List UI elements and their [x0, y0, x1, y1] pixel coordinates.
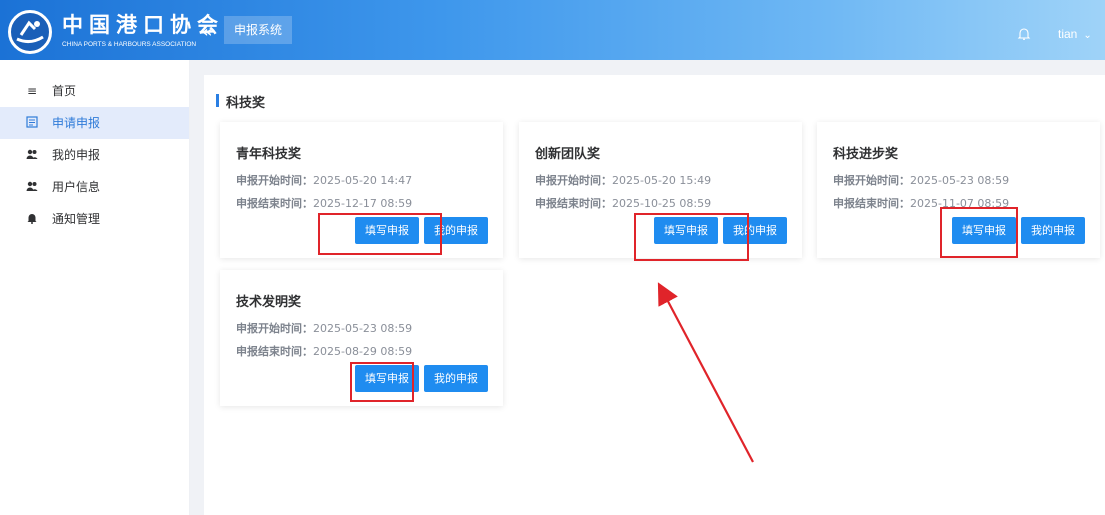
annotation-arrow-icon [657, 282, 754, 463]
